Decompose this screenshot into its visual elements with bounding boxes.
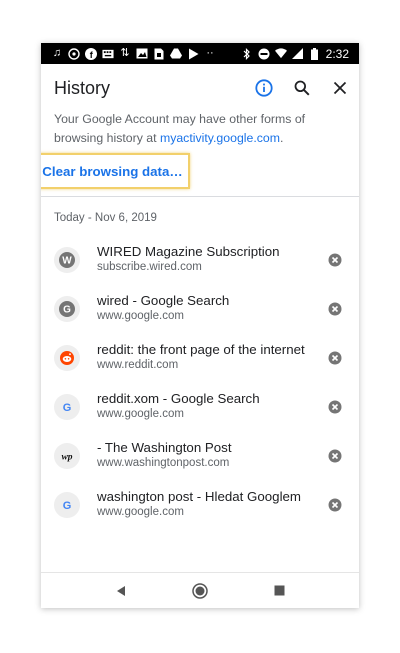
keyboard-icon (102, 48, 114, 60)
date-header: Today - Nov 6, 2019 (54, 212, 157, 224)
whatsapp-icon (68, 47, 80, 60)
remove-icon (328, 498, 342, 512)
history-item[interactable]: G washington post - Hledat Googlem www.g… (41, 482, 359, 531)
history-item-title: WIRED Magazine Subscription (97, 244, 280, 259)
battery-icon (309, 47, 321, 60)
remove-icon (328, 302, 342, 316)
history-item[interactable]: G reddit.xom - Google Search www.google.… (41, 384, 359, 433)
info-button[interactable] (245, 69, 283, 107)
remove-icon (328, 400, 342, 414)
history-item[interactable]: wp - The Washington Post www.washingtonp… (41, 433, 359, 482)
google-color-favicon: G (54, 394, 80, 420)
info-period: . (280, 131, 284, 145)
history-item-url: www.reddit.com (97, 359, 179, 371)
facebook-icon: f (85, 47, 97, 60)
music-note-icon: ♫ (52, 47, 62, 59)
history-item-title: reddit: the front page of the internet (97, 342, 305, 357)
remove-icon (328, 449, 342, 463)
bluetooth-icon (241, 47, 253, 60)
history-item-title: - The Washington Post (97, 440, 232, 455)
back-icon (116, 585, 125, 596)
wifi-icon (274, 48, 287, 60)
history-item-title: wired - Google Search (97, 293, 230, 308)
recents-button[interactable] (267, 579, 291, 603)
signal-icon (292, 48, 304, 60)
system-icons: 2:32 (241, 47, 359, 61)
sync-icon: ⇅ (120, 47, 130, 59)
google-favicon: G (54, 296, 80, 322)
do-not-disturb-icon (258, 48, 270, 60)
app-bar: History (41, 64, 359, 112)
remove-item-button[interactable] (327, 399, 343, 415)
svg-text:wp: wp (61, 453, 72, 463)
remove-item-button[interactable] (327, 350, 343, 366)
status-bar: ♫ f ⇅ ·· 2:32 (41, 43, 359, 64)
remove-item-button[interactable] (327, 448, 343, 464)
remove-icon (328, 253, 342, 267)
search-icon (294, 80, 310, 96)
history-item[interactable]: W WIRED Magazine Subscription subscribe.… (41, 237, 359, 286)
navigation-bar (41, 572, 359, 608)
history-item-url: www.google.com (97, 310, 184, 322)
history-item[interactable]: reddit: the front page of the internet w… (41, 335, 359, 384)
google-color-favicon: G (54, 492, 80, 518)
history-item[interactable]: G wired - Google Search www.google.com (41, 286, 359, 335)
washington-post-favicon: wp (54, 443, 80, 469)
divider (41, 196, 359, 197)
notification-icons: ♫ f ⇅ ·· (41, 47, 216, 60)
page-title: History (54, 77, 111, 98)
myactivity-link[interactable]: myactivity.google.com (160, 131, 280, 145)
history-item-url: www.google.com (97, 408, 184, 420)
play-store-icon (187, 48, 199, 60)
remove-item-button[interactable] (327, 301, 343, 317)
sim-card-icon (153, 48, 165, 60)
history-item-title: washington post - Hledat Googlem (97, 489, 301, 504)
clock-time: 2:32 (325, 46, 349, 61)
remove-item-button[interactable] (327, 252, 343, 268)
more-notifications-icon: ·· (206, 47, 214, 59)
close-icon (333, 81, 347, 95)
svg-text:G: G (63, 305, 71, 316)
svg-text:G: G (63, 500, 72, 511)
phone-screen: ♫ f ⇅ ·· 2:32 History Your Google Accoun… (41, 43, 359, 608)
history-item-url: www.google.com (97, 506, 184, 518)
home-button[interactable] (188, 579, 212, 603)
wired-favicon: W (54, 247, 80, 273)
history-item-url: www.washingtonpost.com (97, 457, 230, 469)
info-icon (255, 79, 273, 97)
remove-item-button[interactable] (327, 497, 343, 513)
svg-text:W: W (62, 256, 72, 267)
recents-icon (274, 585, 285, 596)
drive-icon (170, 48, 182, 60)
history-item-title: reddit.xom - Google Search (97, 391, 260, 406)
clear-browsing-data-button[interactable]: Clear browsing data… (41, 153, 190, 189)
close-button[interactable] (321, 69, 359, 107)
back-button[interactable] (109, 579, 133, 603)
reddit-favicon (54, 345, 80, 371)
account-info-text: Your Google Account may have other forms… (54, 110, 344, 148)
search-button[interactable] (283, 69, 321, 107)
svg-text:G: G (63, 402, 72, 413)
remove-icon (328, 351, 342, 365)
history-item-url: subscribe.wired.com (97, 261, 202, 273)
home-icon (192, 582, 208, 599)
image-icon (136, 48, 148, 60)
